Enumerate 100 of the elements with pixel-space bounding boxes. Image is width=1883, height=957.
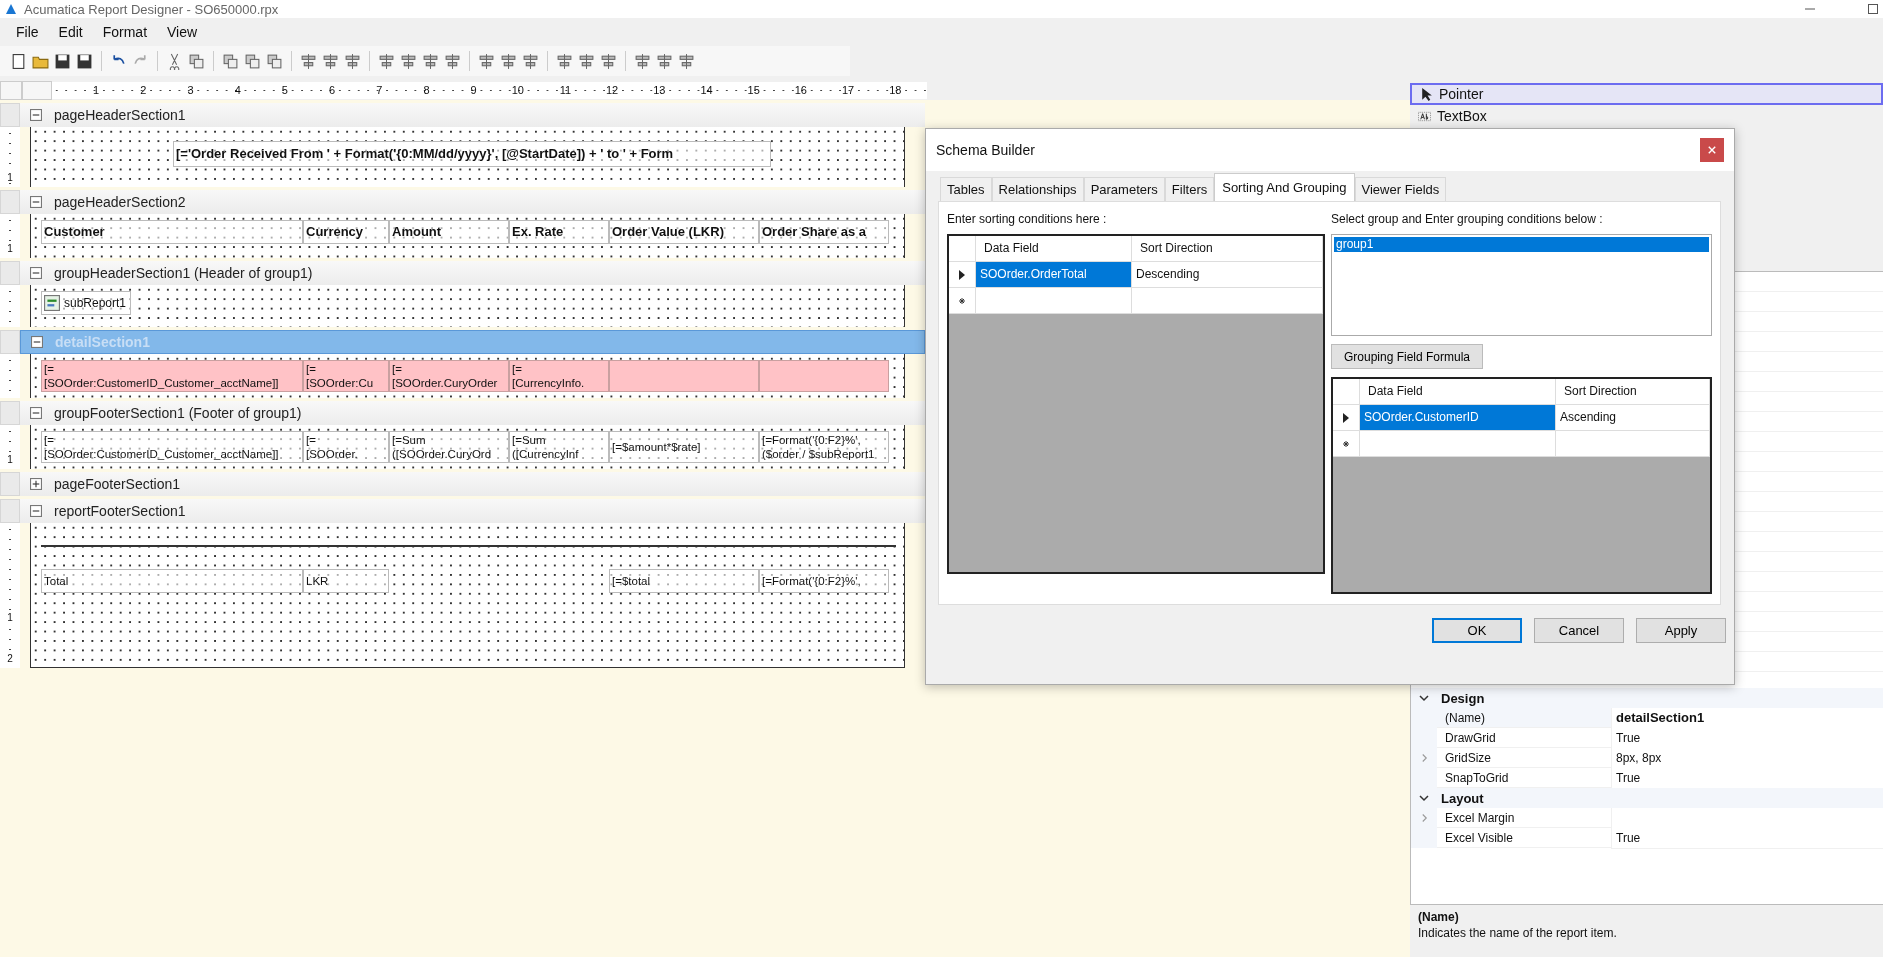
report-field[interactable]: [= [SOOrder:CustomerID_Customer_acctName]] bbox=[41, 431, 303, 463]
tab[interactable]: Sorting And Grouping bbox=[1214, 173, 1355, 201]
table-cell[interactable]: Ascending bbox=[1556, 405, 1710, 430]
dialog-button[interactable]: Apply bbox=[1636, 618, 1726, 643]
property-name[interactable]: Excel Visible bbox=[1437, 828, 1611, 848]
report-field[interactable]: [=Sum ([CurrencyInf bbox=[509, 431, 609, 463]
subreport-field[interactable]: subReport1 bbox=[41, 291, 131, 315]
report-field[interactable]: Amount bbox=[389, 220, 509, 244]
tab[interactable]: Filters bbox=[1164, 177, 1215, 201]
list-item[interactable]: group1 bbox=[1334, 237, 1709, 252]
column-header: Sort Direction bbox=[1556, 379, 1710, 404]
description-title: (Name) bbox=[1418, 909, 1460, 925]
tab[interactable]: Relationships bbox=[991, 177, 1084, 201]
ruler-number: 4 bbox=[233, 82, 241, 98]
report-field[interactable]: [=Format('{0:F2}%', ($order / $subReport1 bbox=[759, 431, 889, 463]
dialog-button[interactable]: Cancel bbox=[1534, 618, 1624, 643]
property-category[interactable]: Design bbox=[1411, 688, 1883, 708]
report-field[interactable]: LKR bbox=[303, 569, 389, 593]
layers-icon[interactable] bbox=[244, 52, 261, 70]
section-header[interactable]: groupHeaderSection1 (Header of group1) bbox=[20, 261, 925, 285]
tab[interactable]: Parameters bbox=[1083, 177, 1165, 201]
section-title: reportFooterSection1 bbox=[54, 503, 186, 519]
report-field[interactable]: [= [SOOrder:Cu bbox=[303, 360, 389, 392]
save-edit-icon[interactable] bbox=[76, 52, 93, 70]
app-logo-icon bbox=[4, 2, 18, 16]
copy-icon[interactable] bbox=[188, 52, 205, 70]
report-field[interactable]: [=$amount*$rate] bbox=[609, 431, 759, 463]
vertical-ruler bbox=[0, 285, 20, 327]
collapse-toggle-icon[interactable] bbox=[30, 267, 42, 279]
report-field[interactable]: Ex. Rate bbox=[509, 220, 609, 244]
field-label: subReport1 bbox=[64, 296, 127, 310]
grouping-formula-button[interactable]: Grouping Field Formula bbox=[1331, 344, 1483, 369]
new-row-icon bbox=[1342, 438, 1350, 449]
vertical-ruler bbox=[0, 354, 20, 398]
report-field[interactable]: [=$total bbox=[609, 569, 759, 593]
property-category[interactable]: Layout bbox=[1411, 788, 1883, 808]
ruler-number: 10 bbox=[510, 82, 524, 98]
section-title: pageFooterSection1 bbox=[54, 476, 181, 492]
new-file-icon[interactable] bbox=[10, 52, 27, 70]
section-header[interactable]: pageHeaderSection2 bbox=[20, 190, 925, 214]
row-marker bbox=[0, 103, 20, 127]
collapse-toggle-icon[interactable] bbox=[30, 478, 42, 490]
report-field[interactable]: [= [SOOrder. bbox=[303, 431, 389, 463]
report-field[interactable]: [=Sum ([SOOrder.CuryOrd bbox=[389, 431, 509, 463]
table-cell[interactable]: SOOrder.CustomerID bbox=[1360, 405, 1556, 430]
report-field[interactable]: [= [SOOrder:CustomerID_Customer_acctName]] bbox=[41, 360, 303, 392]
table-cell[interactable]: SOOrder.OrderTotal bbox=[976, 262, 1132, 287]
collapse-toggle-icon[interactable] bbox=[30, 109, 42, 121]
report-field[interactable]: Customer bbox=[41, 220, 303, 244]
property-row[interactable]: SnapToGrid True bbox=[1411, 768, 1883, 788]
ruler-number: 12 bbox=[605, 82, 619, 98]
sort-label: Enter sorting conditions here : bbox=[947, 212, 1108, 226]
menu-item[interactable]: Edit bbox=[48, 24, 93, 40]
property-row[interactable]: GridSize 8px, 8px bbox=[1411, 748, 1883, 768]
section-title: pageHeaderSection2 bbox=[54, 194, 186, 210]
subreport-icon bbox=[44, 295, 60, 311]
collapse-toggle-icon[interactable] bbox=[30, 196, 42, 208]
layers-icon[interactable] bbox=[266, 52, 283, 70]
section-header[interactable]: pageHeaderSection1 bbox=[20, 103, 925, 127]
save-icon[interactable] bbox=[54, 52, 71, 70]
report-field[interactable]: Currency bbox=[303, 220, 389, 244]
report-field[interactable]: [=Format('{0:F2}%', bbox=[759, 569, 889, 593]
maximize-icon[interactable] bbox=[1867, 3, 1879, 15]
tab[interactable]: Viewer Fields bbox=[1354, 177, 1447, 201]
collapse-toggle-icon[interactable] bbox=[30, 407, 42, 419]
property-row[interactable]: DrawGrid True bbox=[1411, 728, 1883, 748]
section-title: pageHeaderSection1 bbox=[54, 107, 186, 123]
property-name[interactable]: (Name) bbox=[1437, 708, 1611, 728]
ruler-number: 14 bbox=[699, 82, 713, 98]
window-title: Acumatica Report Designer - SO650000.rpx bbox=[24, 1, 280, 17]
menu-item[interactable]: View bbox=[157, 24, 208, 40]
collapse-toggle-icon[interactable] bbox=[31, 336, 43, 348]
report-field[interactable] bbox=[759, 360, 889, 392]
menu-item[interactable]: Format bbox=[92, 24, 158, 40]
dialog-button[interactable]: OK bbox=[1432, 618, 1522, 643]
report-field[interactable]: [='Order Received From ' + Format('{0:MM/dd/yyyy}', [@StartDate]) + ' to ' + Form bbox=[173, 141, 771, 167]
ruler-number: 1 bbox=[7, 612, 13, 623]
toolbox-item[interactable]: Pointer bbox=[1410, 83, 1883, 105]
toolbox-item[interactable]: TextBox bbox=[1410, 105, 1883, 127]
section-header[interactable]: groupFooterSection1 (Footer of group1) bbox=[20, 401, 925, 425]
ruler-number: 7 bbox=[375, 82, 383, 98]
collapse-toggle-icon[interactable] bbox=[30, 505, 42, 517]
report-field[interactable]: Order Value (LKR) bbox=[609, 220, 759, 244]
section-header[interactable]: pageFooterSection1 bbox=[20, 472, 925, 496]
report-field[interactable]: [= [SOOrder.CuryOrder bbox=[389, 360, 509, 392]
ruler-number: 2 bbox=[7, 653, 13, 664]
property-value[interactable]: True bbox=[1611, 827, 1883, 849]
report-field[interactable] bbox=[609, 360, 759, 392]
report-field[interactable]: Total bbox=[41, 569, 303, 593]
layers-icon[interactable] bbox=[222, 52, 239, 70]
row-marker bbox=[0, 190, 20, 214]
tab[interactable]: Tables bbox=[940, 177, 992, 201]
table-cell[interactable]: Descending bbox=[1132, 262, 1323, 287]
section-header[interactable]: reportFooterSection1 bbox=[20, 499, 925, 523]
property-row[interactable]: Excel Visible True bbox=[1411, 828, 1883, 848]
report-field[interactable]: Order Share as a bbox=[759, 220, 889, 244]
report-field[interactable]: [= [CurrencyInfo. bbox=[509, 360, 609, 392]
section-title: groupFooterSection1 (Footer of group1) bbox=[54, 405, 302, 421]
menu-item[interactable]: File bbox=[6, 24, 49, 40]
close-button[interactable] bbox=[1700, 138, 1724, 162]
